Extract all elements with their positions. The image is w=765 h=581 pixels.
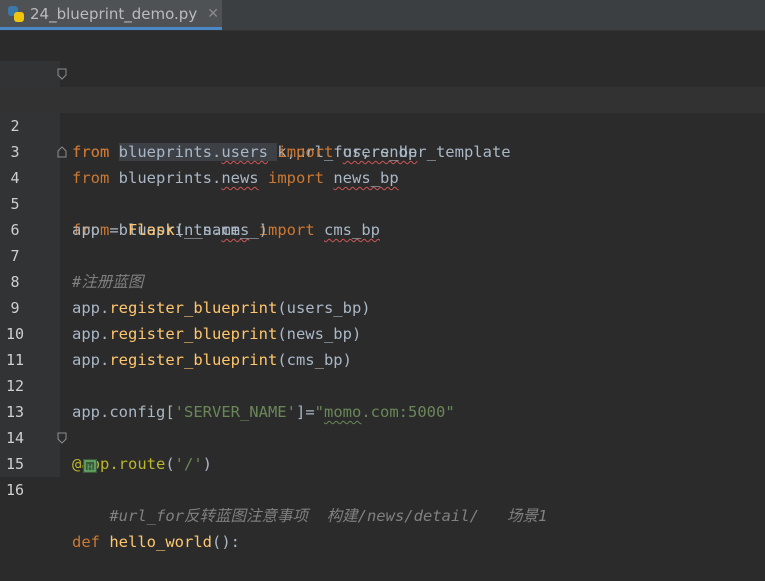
run-gutter-icon[interactable]: H	[26, 430, 97, 473]
close-icon[interactable]: ✕	[207, 6, 219, 22]
code-line[interactable]: 5 app = Flask(__name__)	[0, 165, 765, 239]
code-line[interactable]: 6	[0, 191, 765, 239]
fold-icon[interactable]	[57, 68, 67, 80]
code-line[interactable]: 8 app.register_blueprint(users_bp)	[0, 243, 765, 317]
code-line[interactable]: 15 H def hello_world():	[0, 425, 765, 551]
code-line[interactable]: 1 from flask import Flask,url_for,render…	[0, 61, 765, 161]
code-line[interactable]: 16 #url_for反转蓝图注意事项 构建/news/detail/ 场景1	[0, 451, 765, 525]
line-number: 16	[5, 481, 25, 499]
code-line[interactable]: 12 app.config['SERVER_NAME']="momo.com:5…	[0, 347, 765, 421]
python-file-icon	[8, 5, 24, 22]
editor-tab-bar: 24_blueprint_demo.py ✕	[0, 0, 765, 31]
code-line[interactable]: 10 app.register_blueprint(cms_bp)	[0, 295, 765, 369]
code-line[interactable]: 4 from blueprints.cms import cms_bp	[0, 139, 765, 239]
code-line[interactable]: 14 @app.route('/')	[0, 399, 765, 473]
file-tab[interactable]: 24_blueprint_demo.py ✕	[0, 0, 222, 30]
code-line[interactable]: 13	[0, 373, 765, 421]
fold-icon[interactable]	[57, 432, 67, 444]
code-editor[interactable]: 1 from flask import Flask,url_for,render…	[0, 61, 765, 551]
code-line-current[interactable]: 2 from blueprints.users import users_bp	[0, 87, 765, 161]
file-tab-label: 24_blueprint_demo.py	[30, 4, 198, 23]
code-text: def hello_world():	[72, 533, 240, 551]
breadcrumb-area	[0, 31, 765, 61]
code-line[interactable]: 11	[0, 321, 765, 369]
fold-icon[interactable]	[57, 146, 67, 158]
code-line[interactable]: 3 from blueprints.news import news_bp	[0, 113, 765, 187]
code-line[interactable]: 9 app.register_blueprint(news_bp)	[0, 269, 765, 343]
code-line[interactable]: 7 #注册蓝图	[0, 217, 765, 291]
code-text: #url_for反转蓝图注意事项 构建/news/detail/ 场景1	[72, 507, 548, 525]
